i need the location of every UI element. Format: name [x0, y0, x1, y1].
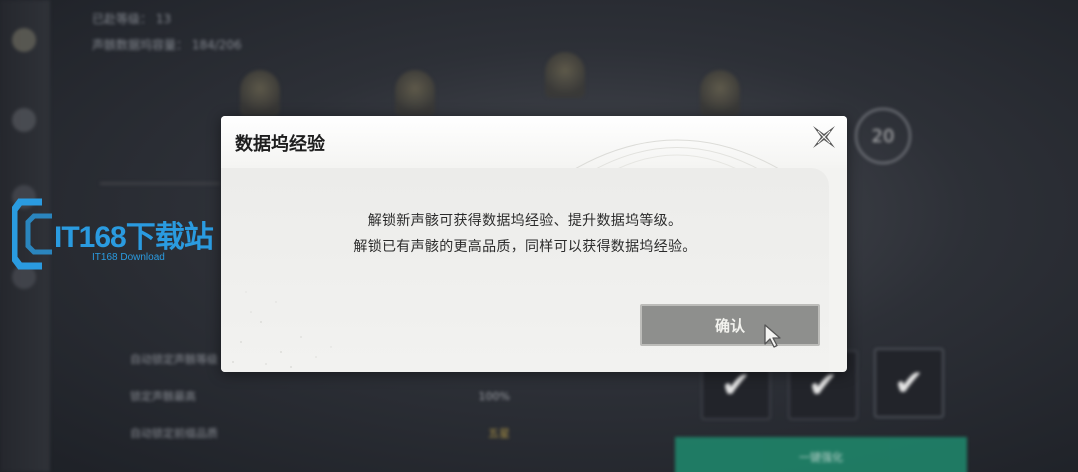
- watermark-logo: IT168下载站 IT168 Download: [12, 196, 247, 276]
- bg-echo-slot-icon: [240, 70, 280, 116]
- close-cross-icon: [813, 126, 835, 148]
- dialog-frame: 数据坞经验 解锁新声骸可获得数据坞经验、提升数据坞等级。 解锁已有声骸的更高品质…: [221, 116, 847, 372]
- dialog-title: 数据坞经验: [235, 134, 325, 155]
- watermark-sub: IT168 Download: [92, 252, 165, 263]
- mouse-pointer-icon: [764, 324, 781, 348]
- bg-action-button[interactable]: 一键强化: [675, 437, 967, 472]
- confirm-button[interactable]: 确认: [640, 304, 820, 346]
- sidebar-person-icon[interactable]: [12, 108, 36, 132]
- sidebar-gear-icon[interactable]: [12, 28, 36, 52]
- bg-info-capacity: 声骸数据坞容量： 184/206: [92, 38, 242, 52]
- bg-setting-row[interactable]: 锁定声骸最高 100%: [130, 383, 510, 409]
- dialog-header: 数据坞经验: [221, 116, 847, 180]
- it168-logo-icon: [12, 198, 52, 270]
- bg-echo-slot-icon: [700, 70, 740, 116]
- bg-divider: [100, 182, 220, 185]
- close-button[interactable]: [807, 120, 841, 154]
- bg-info-level: 已赴等级： 13: [92, 12, 172, 26]
- dialog-message-line: 解锁新声骸可获得数据坞经验、提升数据坞等级。: [367, 213, 683, 229]
- check-icon[interactable]: ✔: [874, 348, 944, 418]
- paper-texture: [232, 291, 332, 368]
- watermark-brand: IT168下载站: [54, 221, 214, 254]
- bg-echo-slot-icon: [545, 52, 585, 98]
- info-dialog: 数据坞经验 解锁新声骸可获得数据坞经验、提升数据坞等级。 解锁已有声骸的更高品质…: [221, 116, 847, 372]
- bg-setting-row[interactable]: 自动锁定前缀品质 五星: [130, 420, 510, 446]
- bg-echo-slot-icon: [395, 70, 435, 116]
- bg-level-badge: 20: [855, 108, 911, 164]
- dialog-message-line: 解锁已有声骸的更高品质，同样可以获得数据坞经验。: [353, 239, 697, 255]
